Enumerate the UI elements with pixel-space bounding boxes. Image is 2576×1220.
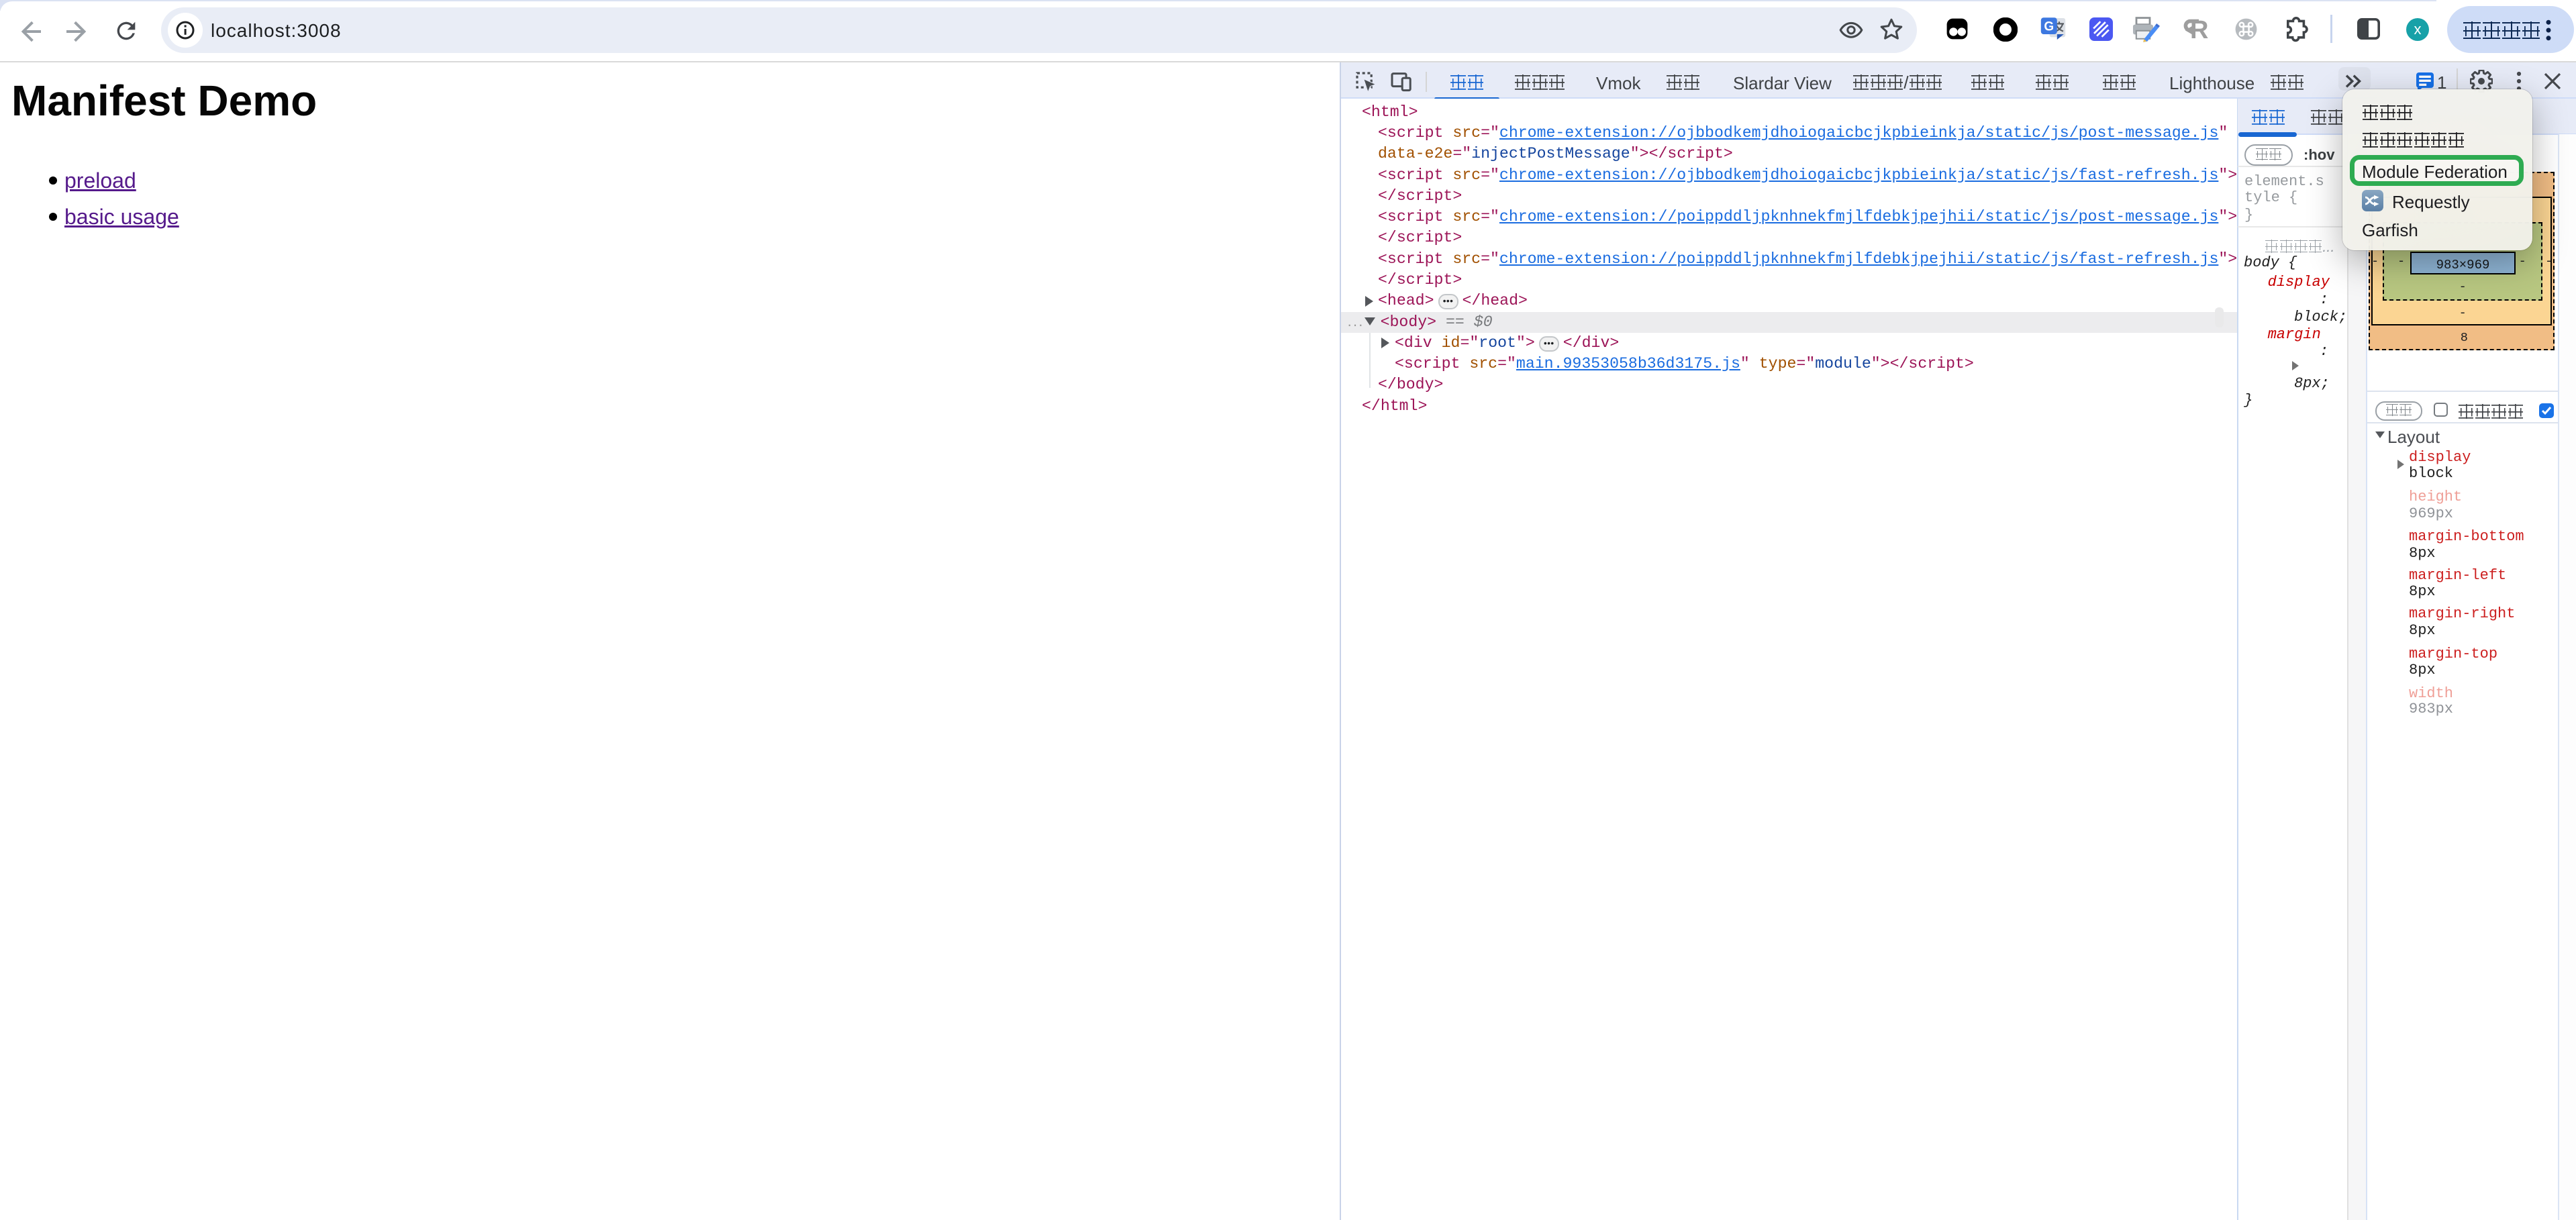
svg-text:G: G (2044, 19, 2054, 34)
